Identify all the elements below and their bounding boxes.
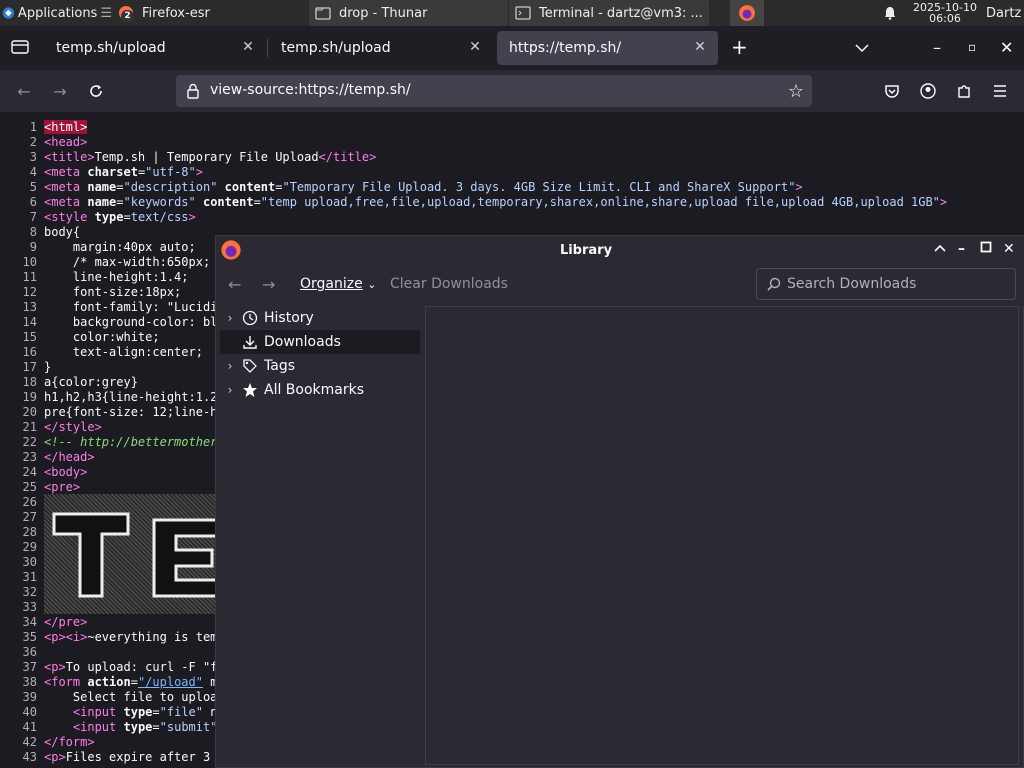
url-text[interactable]: view-source:https://temp.sh/ [210,82,411,98]
applications-label: Applications [17,5,98,21]
clock-time: 06:06 [929,12,961,25]
back-arrow-icon[interactable]: ← [228,275,241,294]
close-tab-icon[interactable]: ✕ [240,39,256,55]
downloads-list[interactable] [425,306,1019,765]
tree-item-label: History [264,310,314,326]
download-icon [240,334,260,350]
tag-icon [240,358,260,374]
tab-3-active[interactable]: https://temp.sh/ ✕ [497,31,718,65]
lock-icon[interactable] [186,83,200,99]
source-line: 2 <head> [29,135,88,149]
top-panel: Applications ☰ Firefox-esr 2 drop - Thun… [0,0,1024,26]
account-icon[interactable] [916,79,940,103]
forward-arrow-icon[interactable]: → [48,79,72,103]
minimize-icon[interactable]: – [958,241,965,257]
minimize-icon[interactable]: – [933,38,941,57]
star-icon [240,382,260,398]
tree-item-downloads[interactable]: Downloads [220,330,420,354]
close-tab-icon[interactable]: ✕ [692,39,708,55]
clear-downloads-button[interactable]: Clear Downloads [390,276,508,292]
ascii-letter-e [152,518,216,598]
expand-chevron-icon[interactable]: › [220,383,240,397]
pocket-icon[interactable] [880,79,904,103]
extensions-puzzle-icon[interactable] [952,79,976,103]
source-line: 7 <style type=text/css> [29,210,196,224]
tab-title: https://temp.sh/ [509,40,622,56]
library-titlebar[interactable]: Library – ✕ [216,236,1024,264]
organize-menu-button[interactable]: Organize ⌄ [300,276,376,292]
user-menu[interactable]: Dartz [986,0,1024,26]
terminal-icon [515,6,531,20]
close-window-icon[interactable]: ✕ [1000,38,1013,57]
ascii-letter-t [52,512,130,598]
bell-icon [885,7,895,20]
tree-item-label: Tags [264,358,295,374]
list-all-tabs-chevron-icon[interactable] [855,38,869,57]
taskbar-firefox[interactable]: Firefox-esr [112,0,302,26]
url-bar[interactable]: view-source:https://temp.sh/ ☆ [176,75,812,107]
back-arrow-icon[interactable]: ← [12,79,36,103]
taskbar-thunar-label: drop - Thunar [339,5,428,21]
close-window-icon[interactable]: ✕ [1003,241,1015,257]
tab-title: temp.sh/upload [281,40,391,56]
tree-item-history[interactable]: › History [220,306,420,330]
clock-icon [240,310,260,326]
tab-1[interactable]: temp.sh/upload ✕ [44,31,266,65]
clock[interactable]: 2025-10-10 06:06 [905,0,985,26]
tab-bar: temp.sh/upload ✕ temp.sh/upload ✕ https:… [0,26,1024,70]
navigation-bar: ← → view-source:https://temp.sh/ ☆ [0,70,1024,112]
taskbar-firefox-count: 2 [121,10,134,23]
reload-icon[interactable] [84,79,108,103]
taskbar-terminal-label: Terminal - dartz@vm3: ... [539,5,703,21]
bookmark-star-icon[interactable]: ☆ [788,81,804,102]
maximize-icon[interactable] [980,241,992,257]
source-line: 4 <meta charset="utf-8"> [29,165,203,179]
tree-item-all-bookmarks[interactable]: › All Bookmarks [220,378,420,402]
tree-item-label: Downloads [264,334,341,350]
source-line: 3 <title>Temp.sh | Temporary File Upload<… [29,150,377,164]
tree-item-tags[interactable]: › Tags [220,354,420,378]
expand-chevron-icon[interactable]: › [220,359,240,373]
firefox-tray-icon [739,5,755,21]
tab-2[interactable]: temp.sh/upload ✕ [269,31,493,65]
library-title: Library [559,243,613,258]
tab-title: temp.sh/upload [56,40,166,56]
source-line: 5 <meta name="description" content="Tempo… [29,180,803,194]
source-line: 6 <meta name="keywords" content="temp upl… [29,195,948,209]
library-sidebar-tree: › History Downloads › Tags › All Bookmar… [220,306,420,765]
applications-menu[interactable]: Applications ☰ [0,0,112,26]
menu-hamburger-icon[interactable] [988,79,1012,103]
library-toolbar: ← → Organize ⌄ Clear Downloads Search Do… [216,264,1024,306]
close-tab-icon[interactable]: ✕ [467,39,483,55]
forward-arrow-icon[interactable]: → [262,275,275,294]
taskbar-firefox-label: Firefox-esr [142,5,210,21]
notifications-bell[interactable] [880,0,900,26]
chevron-down-icon: ⌄ [367,278,377,291]
expand-chevron-icon[interactable]: › [220,311,240,325]
search-icon [767,277,781,291]
maximize-icon[interactable]: ▫ [968,40,976,54]
taskbar-terminal[interactable]: Terminal - dartz@vm3: ... [509,0,709,26]
shade-window-icon[interactable] [934,241,946,257]
ascii-art-logo [44,494,216,614]
library-window: Library – ✕ ← → Organize ⌄ Clear Downloa… [215,235,1024,768]
tree-item-label: All Bookmarks [264,382,365,398]
xfce-logo-icon [2,7,15,19]
source-line: 1 <html> [29,120,88,134]
new-tab-plus-icon[interactable]: + [731,35,748,59]
tray-firefox[interactable] [730,0,764,26]
firefox-view-icon[interactable] [11,38,29,58]
taskbar-thunar[interactable]: drop - Thunar [309,0,508,26]
folder-icon [315,7,331,20]
search-placeholder: Search Downloads [787,276,917,292]
search-downloads-input[interactable]: Search Downloads [756,268,1016,300]
